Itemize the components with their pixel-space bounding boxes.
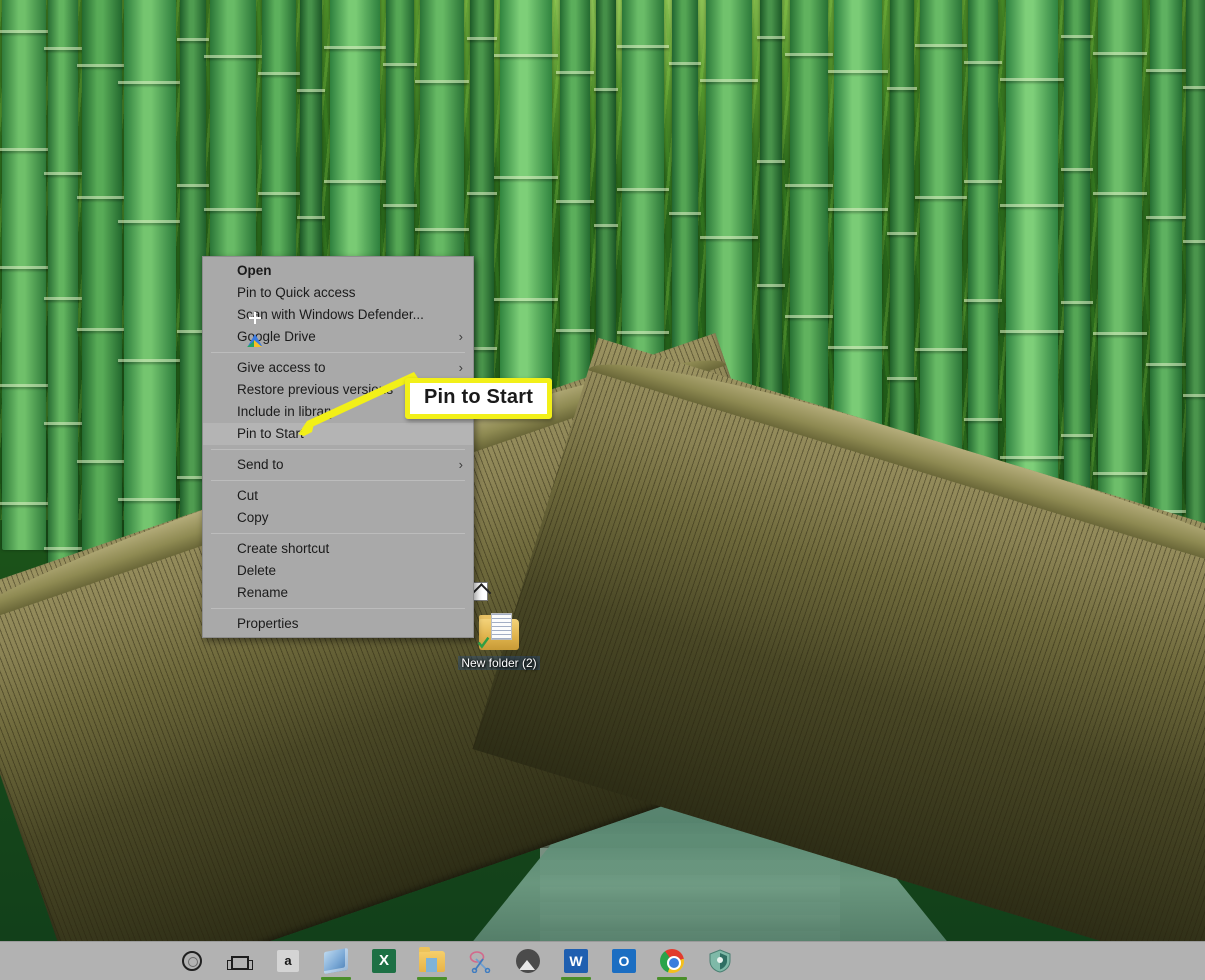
menu-separator [211, 449, 465, 450]
taskbar-word-icon[interactable]: W [552, 942, 600, 980]
menu-item-pin-to-start[interactable]: Pin to Start [203, 423, 473, 445]
menu-item-rename[interactable]: Rename [203, 582, 473, 604]
menu-item-label: Copy [237, 510, 269, 525]
menu-item-label: Give access to [237, 360, 326, 375]
bamboo-stalk [1183, 0, 1205, 594]
sync-check-icon [477, 636, 490, 649]
menu-separator [211, 533, 465, 534]
menu-item-label: Pin to Start [237, 426, 304, 441]
bamboo-stalk [0, 0, 52, 550]
menu-item-google-drive[interactable]: Google Drive › [203, 326, 473, 348]
menu-item-label: Open [237, 263, 272, 278]
menu-item-delete[interactable]: Delete [203, 560, 473, 582]
taskbar-excel-icon[interactable]: X [360, 942, 408, 980]
menu-item-label: Pin to Quick access [237, 285, 356, 300]
taskbar-task-view-icon[interactable] [216, 942, 264, 980]
desktop-screen: New folder (2) Open Pin to Quick access Sc… [0, 0, 1205, 980]
taskbar-outlook-icon[interactable]: O [600, 942, 648, 980]
taskbar-file-explorer-icon[interactable] [408, 942, 456, 980]
taskbar[interactable]: a X WO [0, 941, 1205, 980]
menu-item-label: Properties [237, 616, 299, 631]
taskbar-amazon-icon[interactable]: a [264, 942, 312, 980]
menu-item-copy[interactable]: Copy [203, 507, 473, 529]
menu-item-label: Include in library [237, 404, 336, 419]
context-menu[interactable]: Open Pin to Quick access Scan with Windows… [202, 256, 474, 638]
menu-item-give-access-to[interactable]: Give access to › [203, 357, 473, 379]
menu-separator [211, 480, 465, 481]
chevron-right-icon: › [458, 360, 463, 375]
chevron-right-icon: › [458, 457, 463, 472]
menu-item-label: Cut [237, 488, 259, 503]
menu-item-create-shortcut[interactable]: Create shortcut [203, 538, 473, 560]
taskbar-snip-sketch-icon[interactable] [456, 942, 504, 980]
menu-item-scan-with-windows-defender[interactable]: Scan with Windows Defender... [203, 304, 473, 326]
taskbar-items: a X WO [168, 942, 744, 980]
menu-item-pin-to-quick-access[interactable]: Pin to Quick access [203, 282, 473, 304]
menu-separator [211, 608, 465, 609]
menu-item-label: Scan with Windows Defender... [237, 307, 424, 322]
menu-item-label: Create shortcut [237, 541, 330, 556]
menu-item-label: Restore previous versions [237, 382, 394, 397]
menu-item-label: Rename [237, 585, 289, 600]
callout-label: Pin to Start [405, 378, 553, 419]
taskbar-photos-icon[interactable] [504, 942, 552, 980]
menu-item-properties[interactable]: Properties [203, 613, 473, 635]
chevron-right-icon: › [458, 329, 463, 344]
desktop-icon-label: New folder (2) [458, 656, 540, 670]
desktop-wallpaper [0, 0, 1205, 941]
taskbar-blue-app-icon[interactable] [312, 942, 360, 980]
menu-item-label: Delete [237, 563, 277, 578]
menu-item-label: Send to [237, 457, 284, 472]
start-button[interactable] [0, 942, 168, 980]
menu-item-cut[interactable]: Cut [203, 485, 473, 507]
taskbar-cortana-icon[interactable] [168, 942, 216, 980]
menu-item-open[interactable]: Open [203, 260, 473, 282]
menu-item-send-to[interactable]: Send to › [203, 454, 473, 476]
folder-shortcut-icon [469, 582, 523, 654]
menu-separator [211, 352, 465, 353]
bamboo-stalk [44, 0, 82, 603]
taskbar-security-icon[interactable] [696, 942, 744, 980]
taskbar-chrome-icon[interactable] [648, 942, 696, 980]
